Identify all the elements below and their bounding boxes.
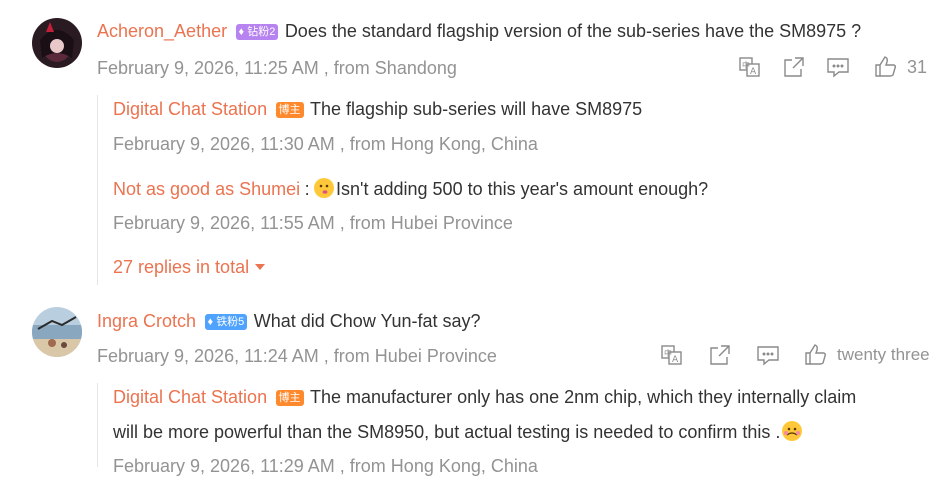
like-count: twenty three [837,345,930,364]
translate-button[interactable]: 中 A [661,344,683,366]
reply-author[interactable]: Not as good as Shumei [113,179,300,199]
reply-separator: : [304,179,310,199]
like-count: 31 [907,56,928,77]
comment-icon [757,346,779,366]
share-icon [784,57,804,77]
reply-text-line1: The manufacturer only has one 2nm chip, … [310,387,857,407]
avatar[interactable] [32,307,82,357]
reply-meta: February 9, 2026, 11:30 AM , from Hong K… [113,134,538,154]
reply-text: Isn't adding 500 to this year's amount e… [336,179,709,199]
avatar[interactable] [32,18,82,68]
blogger-badge: 博主 [275,390,304,406]
diamond-icon: ♦ [207,316,214,328]
reply-button[interactable] [827,56,849,78]
reply-author[interactable]: Digital Chat Station [113,99,267,119]
emoji-icon [782,421,803,441]
svg-text:A: A [672,355,679,365]
reply-author[interactable]: Digital Chat Station [113,387,267,407]
comment-author[interactable]: Acheron_Aether [97,21,227,41]
svg-text:中: 中 [664,348,672,358]
fan-badge[interactable]: ♦ 铁粉5 [204,314,248,330]
comment-actions: 中 A twenty three [661,344,930,366]
translate-button[interactable]: 中 A [739,56,761,78]
emoji-icon [314,178,335,198]
comment-actions: 中 A 31 [739,56,927,78]
translate-icon: 中 A [661,345,682,365]
comment-meta: February 9, 2026, 11:24 AM , from Hubei … [97,346,497,366]
reply-list: Digital Chat Station 博主 The manufacturer… [97,383,856,476]
comment-icon [827,58,849,78]
comment-meta: February 9, 2026, 11:25 AM , from Shando… [97,58,457,78]
comment-text: What did Chow Yun-fat say? [253,311,481,331]
translate-icon: 中 A [739,57,760,77]
comment-author[interactable]: Ingra Crotch [97,311,196,331]
blogger-badge: 博主 [275,102,304,118]
share-button[interactable] [709,344,731,366]
fan-badge[interactable]: ♦ 钻粉2 [235,24,279,40]
reply-text: The flagship sub-series will have SM8975 [310,99,643,119]
reply-text-line2: will be more powerful than the SM8950, b… [113,422,781,442]
comment-text: Does the standard flagship version of th… [284,21,862,41]
svg-text:中: 中 [742,60,750,70]
thumbs-up-icon [875,56,897,77]
share-icon [710,345,730,365]
like-button[interactable]: 31 [875,56,927,78]
more-replies-link[interactable]: 27 replies in total [113,257,266,278]
like-button[interactable]: twenty three [805,344,930,366]
svg-text:A: A [750,67,757,77]
thumbs-up-icon [805,344,827,365]
share-button[interactable] [783,56,805,78]
reply-list: Digital Chat Station 博主 The flagship sub… [97,95,708,285]
diamond-icon: ♦ [238,26,245,38]
reply-meta: February 9, 2026, 11:55 AM , from Hubei … [113,213,513,233]
caret-down-icon [254,264,265,270]
reply-button[interactable] [757,344,779,366]
